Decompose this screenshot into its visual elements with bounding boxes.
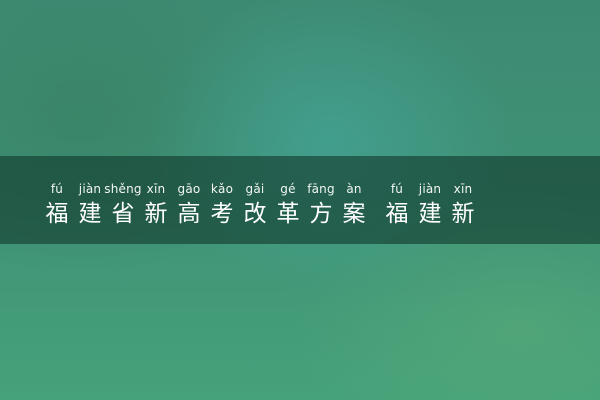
pinyin-label: kǎo xyxy=(210,182,234,196)
title-character: jiàn 建 xyxy=(75,182,105,229)
hanzi-character: 案 xyxy=(342,201,366,227)
hanzi-character: 改 xyxy=(243,201,267,227)
pinyin-label: jiàn xyxy=(418,182,442,196)
pinyin-label: fú xyxy=(390,182,404,196)
title-character: kǎo 考 xyxy=(207,182,237,229)
title-character: gāo 高 xyxy=(174,182,204,229)
pinyin-label: gāo xyxy=(177,182,201,196)
pinyin-label: xīn xyxy=(146,182,166,196)
hanzi-character: 福 xyxy=(385,201,409,227)
title-character: xīn 新 xyxy=(141,182,171,229)
hanzi-character: 建 xyxy=(418,201,442,227)
hanzi-character: 新 xyxy=(451,201,475,227)
title-character: fāng 方 xyxy=(306,182,336,229)
hanzi-character: 革 xyxy=(276,201,300,227)
pinyin-label: xīn xyxy=(453,182,473,196)
hanzi-character: 福 xyxy=(45,201,69,227)
title-character: jiàn 建 xyxy=(415,182,445,229)
title-character: àn 案 xyxy=(339,182,369,229)
pinyin-label: gé xyxy=(280,182,296,196)
pinyin-label: gǎi xyxy=(245,182,265,196)
hanzi-character: 新 xyxy=(144,201,168,227)
title-character: shěng 省 xyxy=(104,182,141,229)
title-character: gǎi 改 xyxy=(240,182,270,229)
hanzi-character: 考 xyxy=(210,201,234,227)
title-character: fú 福 xyxy=(382,182,412,229)
title-character: xīn 新 xyxy=(448,182,478,229)
hanzi-character: 省 xyxy=(111,201,135,227)
pinyin-label: fú xyxy=(50,182,64,196)
hanzi-character: 方 xyxy=(309,201,333,227)
title-character: fú 福 xyxy=(42,182,72,229)
pinyin-label: jiàn xyxy=(78,182,102,196)
title-character: gé 革 xyxy=(273,182,303,229)
pinyin-label: fāng xyxy=(307,182,335,196)
pinyin-label: àn xyxy=(346,182,362,196)
background-image: fú 福 jiàn 建 shěng 省 xīn 新 gāo 高 kǎo 考 gǎ… xyxy=(0,0,600,400)
hanzi-character: 高 xyxy=(177,201,201,227)
pinyin-title: fú 福 jiàn 建 shěng 省 xīn 新 gāo 高 kǎo 考 gǎ… xyxy=(42,182,481,229)
hanzi-character: 建 xyxy=(78,201,102,227)
pinyin-label: shěng xyxy=(104,182,142,196)
